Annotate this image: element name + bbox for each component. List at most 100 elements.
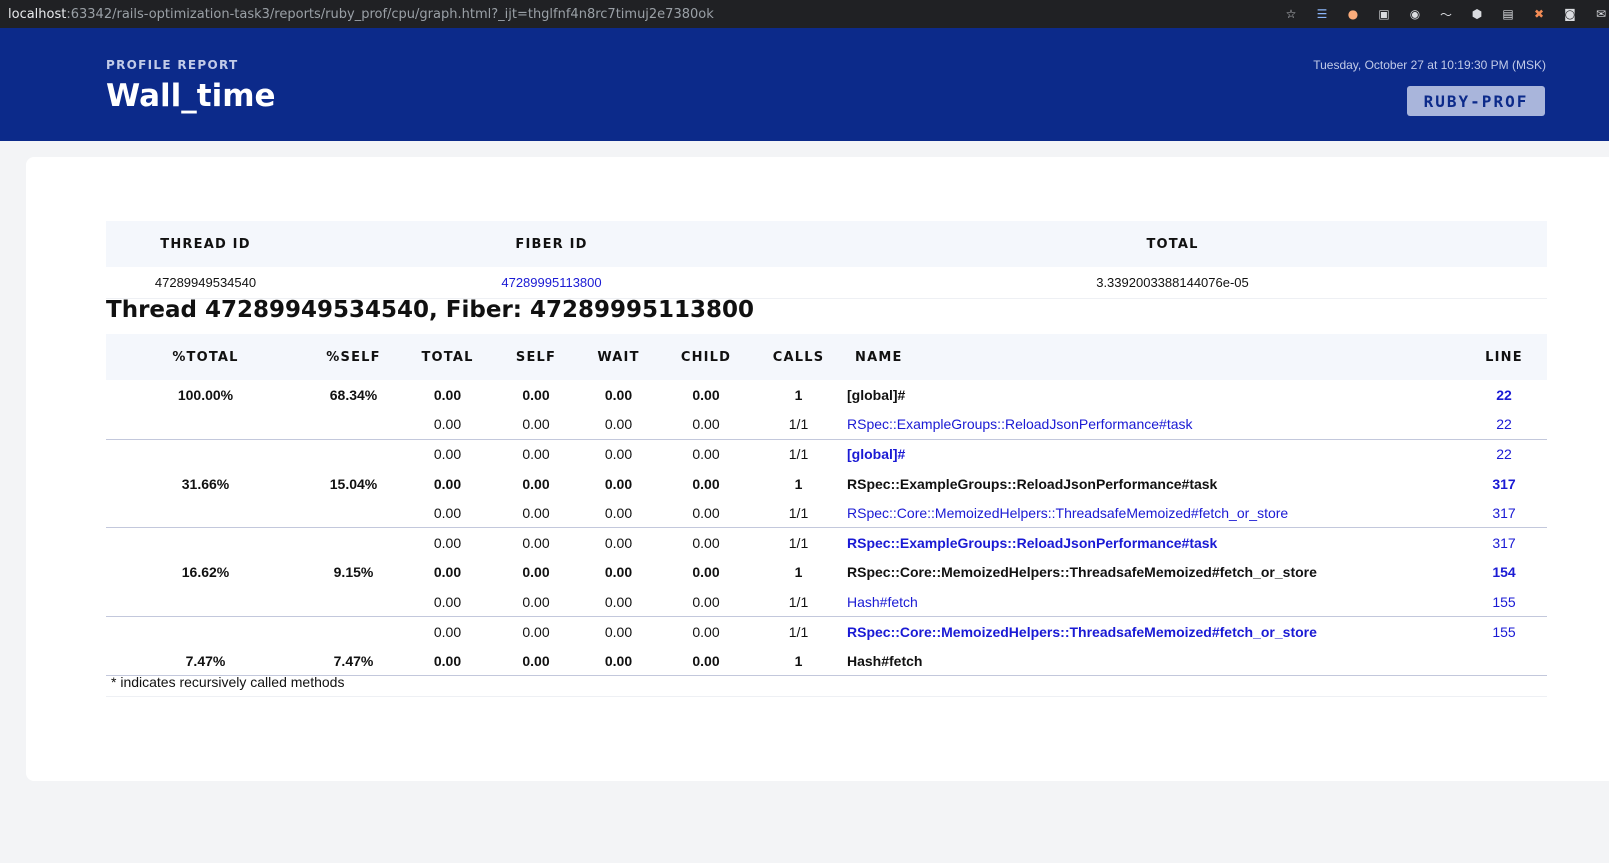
child: 0.00 xyxy=(692,535,720,552)
caller-link[interactable]: RSpec::ExampleGroups::ReloadJsonPerforma… xyxy=(847,535,1217,551)
menu-lines-icon[interactable]: ☰ xyxy=(1314,6,1330,22)
calls: 1/1 xyxy=(754,409,843,440)
table-row: 0.00 0.00 0.00 0.00 1/1 RSpec::ExampleGr… xyxy=(106,409,1547,440)
self: 0.00 xyxy=(493,498,579,529)
pct-self xyxy=(305,439,402,469)
wave-icon[interactable]: 〜 xyxy=(1438,6,1454,22)
callee-link[interactable]: Hash#fetch xyxy=(847,594,918,610)
report-card: THREAD ID FIBER ID TOTAL 47289949534540 … xyxy=(26,157,1609,781)
pct-self: 9.15% xyxy=(333,564,374,581)
line-cell: 155 xyxy=(1461,617,1547,647)
child: 0.00 xyxy=(692,623,720,640)
call-graph-table: %TOTAL %SELF TOTAL SELF WAIT CHILD CALLS… xyxy=(106,334,1547,677)
pct-total: 16.62% xyxy=(181,564,230,581)
tag-icon[interactable]: ● xyxy=(1345,6,1361,22)
jetbrains-icon[interactable]: ▤ xyxy=(1500,6,1516,22)
line-link[interactable]: 317 xyxy=(1492,505,1515,521)
pct-self: 68.34% xyxy=(329,386,378,403)
report-header: PROFILE REPORT Wall_time Tuesday, Octobe… xyxy=(0,28,1609,141)
calls: 1 xyxy=(794,564,803,581)
self: 0.00 xyxy=(522,535,550,552)
pct-total xyxy=(106,528,305,558)
method-name-cell: RSpec::ExampleGroups::ReloadJsonPerforma… xyxy=(843,528,1461,558)
calls: 1 xyxy=(794,475,803,492)
wait: 0.00 xyxy=(604,475,633,492)
mail-icon[interactable]: ✉ xyxy=(1593,6,1609,22)
child: 0.00 xyxy=(692,475,720,492)
url-text[interactable]: localhost:63342/rails-optimization-task3… xyxy=(0,7,714,22)
summary-row: 47289949534540 47289995113800 3.33920033… xyxy=(106,267,1547,299)
line-link[interactable]: 317 xyxy=(1492,535,1515,551)
pct-self xyxy=(305,528,402,558)
pct-self xyxy=(305,617,402,647)
child: 0.00 xyxy=(658,498,754,529)
shield-icon[interactable]: ⬢ xyxy=(1469,6,1485,22)
window-icon[interactable]: ▣ xyxy=(1376,6,1392,22)
method-name-cell: RSpec::Core::MemoizedHelpers::Threadsafe… xyxy=(843,498,1461,529)
calls: 1/1 xyxy=(788,446,809,463)
self: 0.00 xyxy=(522,475,550,492)
line-link[interactable]: 22 xyxy=(1496,416,1512,432)
th-pct-self: %SELF xyxy=(305,334,402,380)
line-cell: 155 xyxy=(1461,587,1547,618)
line-cell: 22 xyxy=(1461,409,1547,440)
self: 0.00 xyxy=(522,623,550,640)
wait: 0.00 xyxy=(604,535,633,552)
report-label: PROFILE REPORT xyxy=(106,58,239,72)
total: 0.00 xyxy=(433,623,462,640)
method-name: RSpec::ExampleGroups::ReloadJsonPerforma… xyxy=(847,475,1218,492)
total: 0.00 xyxy=(402,587,493,618)
pct-self xyxy=(305,409,402,440)
method-name: RSpec::Core::MemoizedHelpers::Threadsafe… xyxy=(847,564,1317,581)
self: 0.00 xyxy=(522,564,550,581)
thread-summary-table: THREAD ID FIBER ID TOTAL 47289949534540 … xyxy=(106,221,1547,299)
wait: 0.00 xyxy=(604,386,633,403)
calls: 1/1 xyxy=(754,587,843,618)
pct-total: 31.66% xyxy=(181,475,230,492)
table-row: 0.00 0.00 0.00 0.00 1/1 RSpec::Core::Mem… xyxy=(106,617,1547,647)
camera-icon[interactable]: ◙ xyxy=(1562,6,1578,22)
line-link[interactable]: 154 xyxy=(1492,564,1515,580)
recursion-footnote: * indicates recursively called methods xyxy=(106,667,1547,697)
extension-toolbar: ☆ ☰ ● ▣ ◉ 〜 ⬢ ▤ ✖ ◙ ✉ xyxy=(1268,0,1609,28)
wait: 0.00 xyxy=(604,446,633,463)
th-thread-id: THREAD ID xyxy=(106,221,305,267)
line-link[interactable]: 155 xyxy=(1492,624,1515,640)
wait: 0.00 xyxy=(604,564,633,581)
callee-link[interactable]: RSpec::ExampleGroups::ReloadJsonPerforma… xyxy=(847,416,1193,432)
fiber-id-cell: 47289995113800 xyxy=(305,267,798,299)
th-child: CHILD xyxy=(658,334,754,380)
line-cell: 317 xyxy=(1461,498,1547,529)
pct-total xyxy=(106,409,305,440)
table-row: 0.00 0.00 0.00 0.00 1/1 RSpec::Core::Mem… xyxy=(106,498,1547,529)
bookmark-star-icon[interactable]: ☆ xyxy=(1283,6,1299,22)
line-link[interactable]: 22 xyxy=(1496,446,1512,462)
circle-icon[interactable]: ◉ xyxy=(1407,6,1423,22)
line-cell: 22 xyxy=(1461,380,1547,410)
caller-link[interactable]: [global]# xyxy=(847,446,905,462)
line-link[interactable]: 155 xyxy=(1492,594,1515,610)
child: 0.00 xyxy=(658,587,754,618)
fiber-id-link[interactable]: 47289995113800 xyxy=(501,275,601,290)
line-cell: 317 xyxy=(1461,528,1547,558)
url-path: :63342/rails-optimization-task3/reports/… xyxy=(66,6,714,22)
line-link[interactable]: 22 xyxy=(1496,387,1512,403)
child: 0.00 xyxy=(692,386,720,403)
browser-address-bar[interactable]: localhost:63342/rails-optimization-task3… xyxy=(0,0,1609,28)
total-value: 3.3392003388144076e-05 xyxy=(798,267,1547,299)
total: 0.00 xyxy=(433,475,462,492)
caller-link[interactable]: RSpec::Core::MemoizedHelpers::Threadsafe… xyxy=(847,624,1317,640)
total: 0.00 xyxy=(402,498,493,529)
th-wait: WAIT xyxy=(579,334,658,380)
child: 0.00 xyxy=(692,564,720,581)
table-row: 100.00% 68.34% 0.00 0.00 0.00 0.00 1 [gl… xyxy=(106,380,1547,410)
line-cell: 22 xyxy=(1461,439,1547,469)
close-circle-icon[interactable]: ✖ xyxy=(1531,6,1547,22)
callee-link[interactable]: RSpec::Core::MemoizedHelpers::Threadsafe… xyxy=(847,505,1288,521)
line-cell: 317 xyxy=(1461,469,1547,499)
line-link[interactable]: 317 xyxy=(1492,476,1515,492)
table-row: 0.00 0.00 0.00 0.00 1/1 [global]# 22 xyxy=(106,439,1547,469)
thread-id-value: 47289949534540 xyxy=(106,267,305,299)
method-name-cell: Hash#fetch xyxy=(843,587,1461,618)
wait: 0.00 xyxy=(579,587,658,618)
